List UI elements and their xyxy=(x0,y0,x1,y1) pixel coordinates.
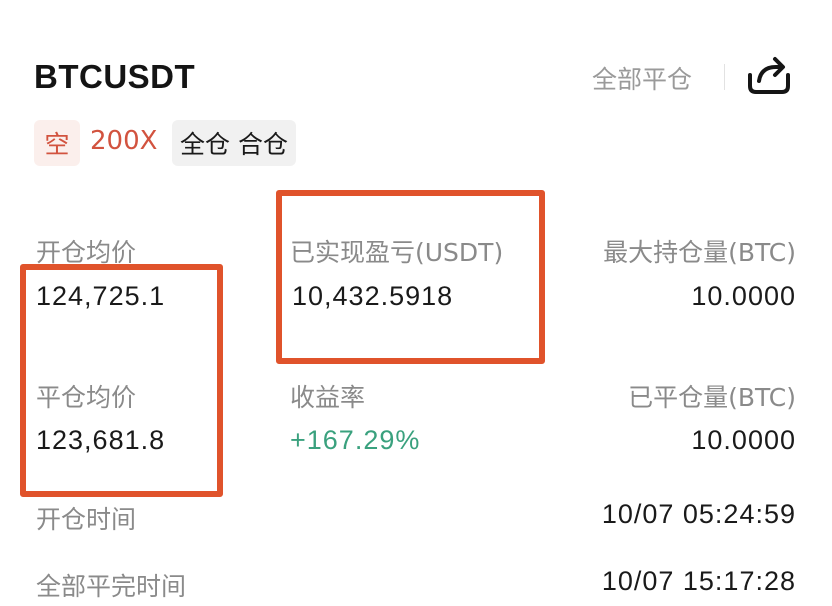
leverage-badge: 200X xyxy=(90,126,158,156)
max-position-label: 最大持仓量(BTC) xyxy=(603,238,796,267)
close-all-button[interactable]: 全部平仓 xyxy=(592,60,692,96)
closed-position-label: 已平仓量(BTC) xyxy=(628,383,796,412)
margin-mode-badge: 全仓 合仓 xyxy=(172,120,296,166)
realized-pnl-value: 10,432.5918 xyxy=(292,281,454,311)
roi-value: +167.29% xyxy=(290,425,421,455)
realized-pnl-label: 已实现盈亏(USDT) xyxy=(290,238,504,267)
share-icon[interactable] xyxy=(744,52,794,96)
symbol-title: BTCUSDT xyxy=(34,58,196,95)
side-badge: 空 xyxy=(34,120,80,166)
max-position-value: 10.0000 xyxy=(691,281,796,311)
close-avg-price-label: 平仓均价 xyxy=(36,383,137,412)
roi-label: 收益率 xyxy=(290,383,366,412)
open-avg-price-label: 开仓均价 xyxy=(36,238,137,267)
open-time-label: 开仓时间 xyxy=(36,505,137,534)
full-close-time-label: 全部平完时间 xyxy=(36,572,187,601)
full-close-time-value: 10/07 15:17:28 xyxy=(601,566,796,596)
header-divider xyxy=(724,64,725,90)
highlight-box-realized-pnl xyxy=(276,190,545,364)
close-avg-price-value: 123,681.8 xyxy=(36,425,166,455)
closed-position-value: 10.0000 xyxy=(691,425,796,455)
open-avg-price-value: 124,725.1 xyxy=(36,281,166,311)
open-time-value: 10/07 05:24:59 xyxy=(601,499,796,529)
